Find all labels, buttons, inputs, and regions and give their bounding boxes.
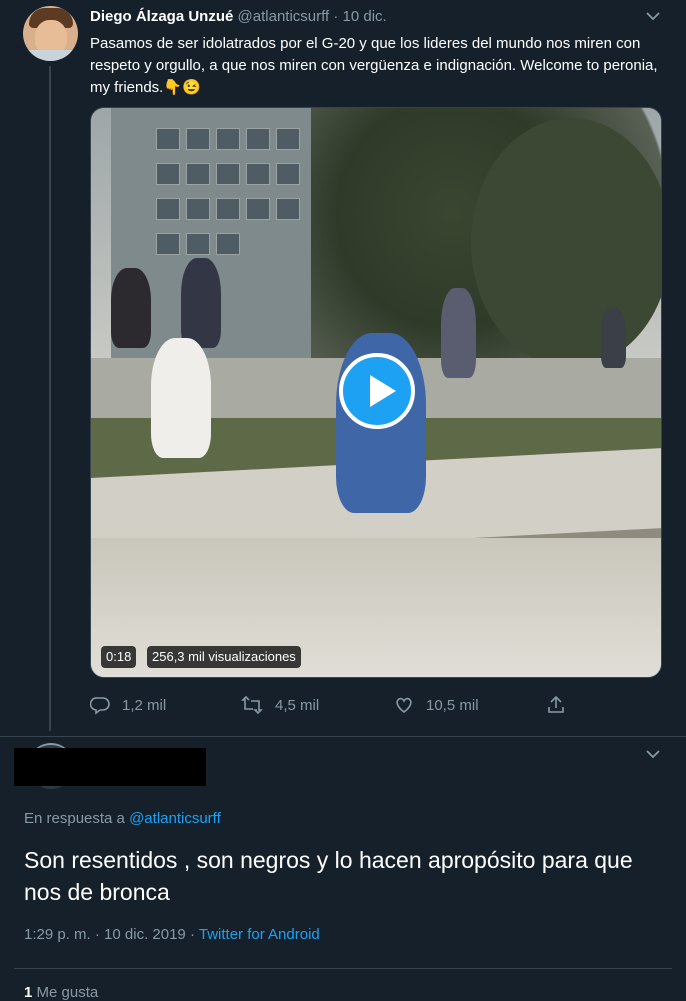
video-player[interactable]: 0:18 256,3 mil visualizaciones [90,107,662,678]
likes-summary[interactable]: 1 Me gusta [24,984,98,1001]
meta-separator: · [94,926,100,943]
author-name[interactable]: Diego Álzaga Unzué [90,8,233,25]
reply-meta: 1:29 p. m. · 10 dic. 2019 · Twitter for … [24,926,320,943]
meta-divider [14,968,672,969]
tweet-date[interactable]: 10 dic. [343,8,387,25]
play-icon [370,375,396,407]
tweet-divider [0,736,686,737]
retweet-count: 4,5 mil [275,696,320,714]
likes-label: Me gusta [36,984,99,1001]
retweet-button[interactable]: 4,5 mil [241,695,319,715]
author-handle[interactable]: @atlanticsurff [238,8,330,25]
reply-text: Son resentidos , son negros y lo hacen a… [24,847,633,905]
thread-line [49,66,51,731]
reply-source-link[interactable]: Twitter for Android [199,926,320,943]
separator: · [333,8,339,25]
video-views: 256,3 mil visualizaciones [147,646,301,668]
tweet-text: Pasamos de ser idolatrados por el G-20 y… [90,35,658,96]
play-button[interactable] [339,353,415,429]
reply-icon [90,697,110,715]
likes-count: 1 [24,984,33,1001]
chevron-down-icon[interactable] [646,10,660,24]
tweet-header: Diego Álzaga Unzué @atlanticsurff · 10 d… [90,8,387,25]
reply-handle-link[interactable]: @atlanticsurff [129,810,221,827]
share-icon [548,695,564,713]
reply-count: 1,2 mil [122,696,167,714]
reply-time[interactable]: 1:29 p. m. [24,926,91,943]
share-button[interactable] [546,695,566,715]
meta-separator-2: · [189,926,195,943]
reply-date[interactable]: 10 dic. 2019 [104,926,186,943]
tweet-actions: 1,2 mil 4,5 mil 10,5 mil [90,695,570,719]
like-button[interactable]: 10,5 mil [394,695,479,715]
like-count: 10,5 mil [426,696,479,714]
video-duration: 0:18 [101,646,137,668]
heart-icon [396,697,412,714]
reply-chevron-down-icon[interactable] [646,748,660,762]
reply-button[interactable]: 1,2 mil [90,695,166,715]
avatar[interactable] [23,6,78,61]
reply-context: En respuesta a @atlanticsurff [24,810,221,827]
redacted-author [14,748,206,786]
retweet-icon [241,695,263,715]
reply-prefix: En respuesta a [24,810,125,827]
